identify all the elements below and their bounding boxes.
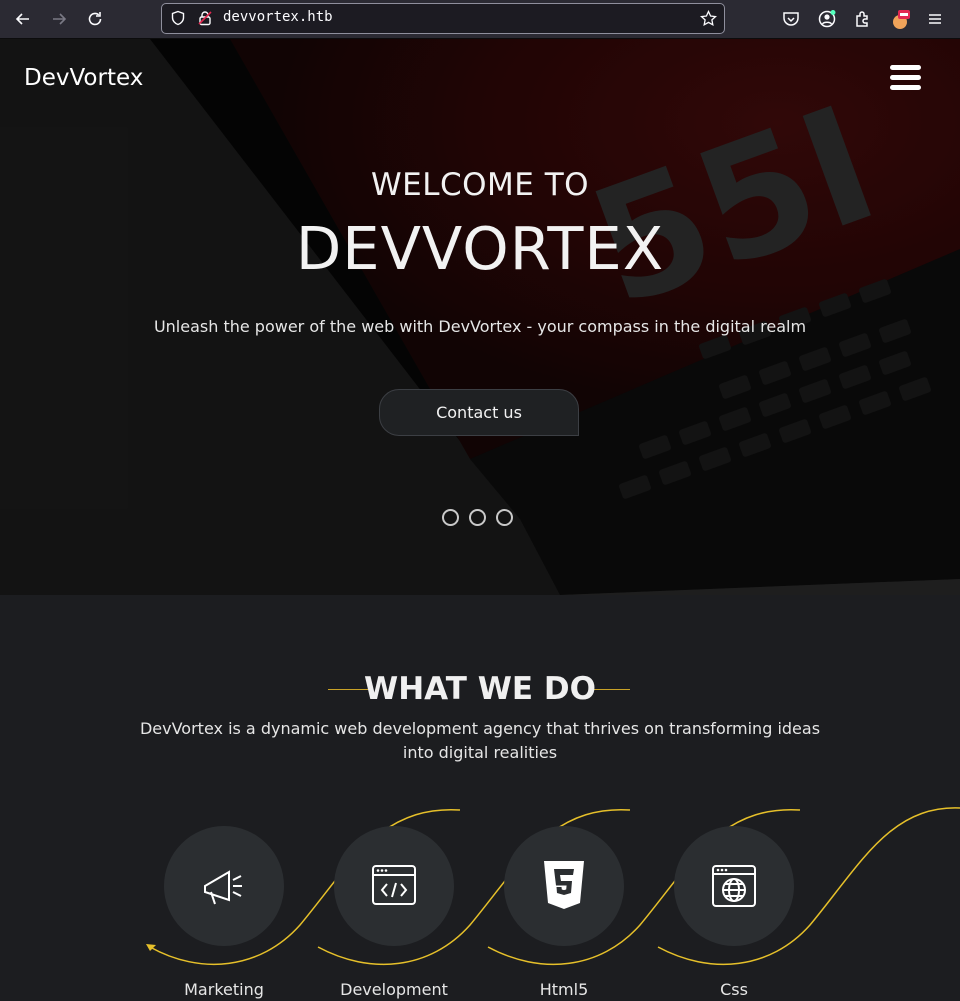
service-label-html5: Html5 — [539, 980, 589, 999]
contact-us-button[interactable]: Contact us — [379, 389, 579, 436]
hamburger-menu-icon[interactable] — [890, 65, 922, 93]
account-icon[interactable] — [817, 9, 837, 29]
megaphone-icon — [204, 870, 242, 905]
reload-icon[interactable] — [85, 9, 105, 29]
carousel-dot-2[interactable] — [469, 509, 486, 526]
hero-title: DEVVORTEX — [295, 214, 665, 283]
globe-window-icon — [712, 865, 756, 907]
forward-icon[interactable] — [49, 9, 69, 29]
brand-logo[interactable]: DevVortex — [24, 65, 143, 91]
service-development[interactable] — [334, 826, 454, 946]
pocket-icon[interactable] — [781, 9, 801, 29]
star-icon[interactable] — [700, 9, 717, 31]
service-marketing[interactable] — [164, 826, 284, 946]
code-window-icon — [372, 865, 416, 905]
hero-kicker: WELCOME TO — [370, 167, 590, 203]
extensions-icon[interactable] — [853, 9, 873, 29]
hero-subtitle: Unleash the power of the web with DevVor… — [153, 317, 807, 336]
shield-icon[interactable] — [170, 10, 186, 30]
back-icon[interactable] — [13, 9, 33, 29]
lock-icon[interactable] — [197, 10, 213, 30]
decorative-wave-lines — [146, 807, 960, 966]
url-text[interactable]: devvortex.htb — [223, 9, 333, 25]
html5-icon — [544, 861, 584, 909]
service-label-marketing: Marketing — [184, 980, 264, 999]
service-label-css: Css — [720, 980, 748, 999]
service-label-development: Development — [340, 980, 448, 999]
service-css[interactable] — [674, 826, 794, 946]
what-we-do-section: WHAT WE DO DevVortex is a dynamic web de… — [0, 595, 960, 1001]
service-html5[interactable] — [504, 826, 624, 946]
carousel-dot-3[interactable] — [496, 509, 513, 526]
menu-icon[interactable] — [925, 9, 945, 29]
url-bar[interactable]: devvortex.htb — [161, 3, 725, 34]
carousel-dot-1[interactable] — [442, 509, 459, 526]
browser-toolbar: devvortex.htb — [0, 0, 960, 39]
hero-section: 55I — [0, 39, 960, 595]
profile-icon[interactable] — [889, 9, 910, 29]
